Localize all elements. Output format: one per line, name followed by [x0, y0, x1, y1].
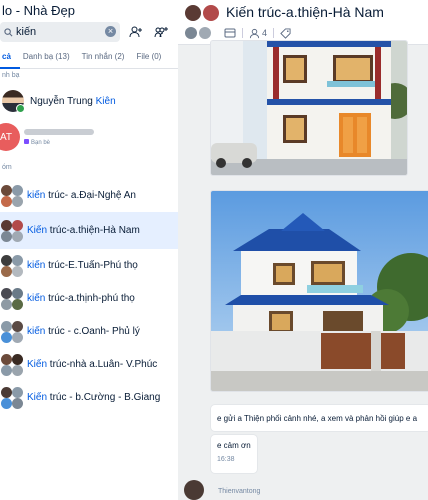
chat-header-tools: 4 — [184, 26, 291, 40]
group-row[interactable]: kiến trúc - c.Oanh- Phủ lý — [0, 315, 178, 348]
friend-tag: Bạn bè — [24, 138, 94, 146]
tab-files[interactable]: File (0) — [130, 52, 167, 61]
message-bubble[interactable]: e gửi a Thiện phối cảnh nhé, a xem và ph… — [210, 404, 428, 432]
message-text: e gửi a Thiện phối cảnh nhé, a xem và ph… — [217, 414, 418, 423]
contacts-section-title: nh bạ — [2, 72, 20, 79]
contact-name: Nguyễn Trung Kiên — [30, 95, 116, 107]
tag-icon[interactable] — [280, 27, 291, 39]
contact-row[interactable]: AT Bạn bè — [0, 119, 178, 155]
avatar — [2, 90, 25, 113]
online-status-icon — [16, 104, 25, 113]
group-name: kiến trúc- a.Đại-Nghệ An — [27, 190, 136, 201]
house-render-image-2[interactable] — [210, 190, 428, 392]
group-name: kiến trúc - c.Oanh- Phủ lý — [27, 326, 140, 337]
group-row[interactable]: kiến trúc-E.Tuấn-Phú thọ — [0, 249, 178, 282]
group-name: Kiến trúc-a.thiện-Hà Nam — [27, 225, 140, 236]
group-name: Kiến trúc - b.Cường - B.Giang — [27, 392, 161, 403]
group-row[interactable]: kiến trúc- a.Đại-Nghệ An — [0, 179, 178, 212]
active-tab-indicator — [0, 67, 20, 69]
add-friend-icon[interactable] — [127, 23, 145, 41]
chat-panel: Kiến trúc-a.thiện-Hà Nam 4 e gửi a Thiện… — [178, 0, 428, 500]
sender-name: Thienvantong — [218, 488, 261, 495]
avatar: AT — [0, 123, 20, 151]
group-avatar — [1, 386, 23, 409]
group-row[interactable]: Kiến trúc-nhà a.Luân- V.Phúc — [0, 348, 178, 381]
search-icon — [4, 27, 13, 36]
search-input[interactable]: kiến × — [0, 22, 120, 42]
group-avatar — [1, 287, 23, 310]
members-icon[interactable] — [249, 28, 260, 39]
group-name: kiến trúc-E.Tuấn-Phú thọ — [27, 260, 138, 271]
group-avatar — [1, 219, 23, 242]
group-avatar — [1, 320, 23, 343]
clear-search-icon[interactable]: × — [105, 26, 116, 37]
search-row: kiến × — [0, 20, 178, 44]
group-avatar — [1, 353, 23, 376]
group-row-selected[interactable]: Kiến trúc-a.thiện-Hà Nam — [0, 212, 178, 249]
search-tabs: cả Danh bạ (13) Tin nhắn (2) File (0) — [0, 44, 178, 69]
friend-icon — [24, 138, 29, 144]
chat-header: Kiến trúc-a.thiện-Hà Nam 4 — [178, 0, 428, 45]
sender-avatar[interactable] — [184, 480, 204, 500]
group-name: Kiến trúc-nhà a.Luân- V.Phúc — [27, 359, 158, 370]
group-row[interactable]: kiến trúc-a.thịnh-phú thọ — [0, 282, 178, 315]
chat-title: Kiến trúc-a.thiện-Hà Nam — [226, 4, 384, 20]
tab-messages[interactable]: Tin nhắn (2) — [76, 52, 131, 61]
tab-contacts[interactable]: Danh bạ (13) — [17, 52, 76, 61]
group-name: kiến trúc-a.thịnh-phú thọ — [27, 293, 135, 304]
group-avatar — [1, 184, 23, 207]
group-list: kiến trúc- a.Đại-Nghệ An Kiến trúc-a.thi… — [0, 179, 178, 414]
house-render-image-1[interactable] — [210, 40, 408, 176]
member-count[interactable]: 4 — [262, 28, 267, 38]
message-bubble[interactable]: e cảm ơn 16:38 — [210, 434, 258, 474]
contact-row[interactable]: Nguyễn Trung Kiên — [0, 83, 178, 119]
album-icon[interactable] — [224, 27, 236, 39]
group-avatar — [1, 254, 23, 277]
contact-name-redacted — [24, 128, 94, 135]
message-time: 16:38 — [217, 456, 235, 463]
search-query: kiến — [16, 26, 37, 38]
tab-all[interactable]: cả — [0, 52, 17, 61]
create-group-icon[interactable] — [152, 23, 170, 41]
groups-section-title: óm — [2, 164, 12, 171]
message-text: e cảm ơn — [217, 441, 251, 450]
member-avatars[interactable] — [184, 26, 220, 40]
app-title: lo - Nhà Đẹp — [2, 2, 75, 18]
separator — [242, 28, 243, 38]
chat-group-avatar[interactable] — [184, 4, 222, 27]
separator — [273, 28, 275, 38]
group-row[interactable]: Kiến trúc - b.Cường - B.Giang — [0, 381, 178, 414]
conversation-sidebar: lo - Nhà Đẹp kiến × cả Danh bạ (13) Tin … — [0, 0, 179, 500]
